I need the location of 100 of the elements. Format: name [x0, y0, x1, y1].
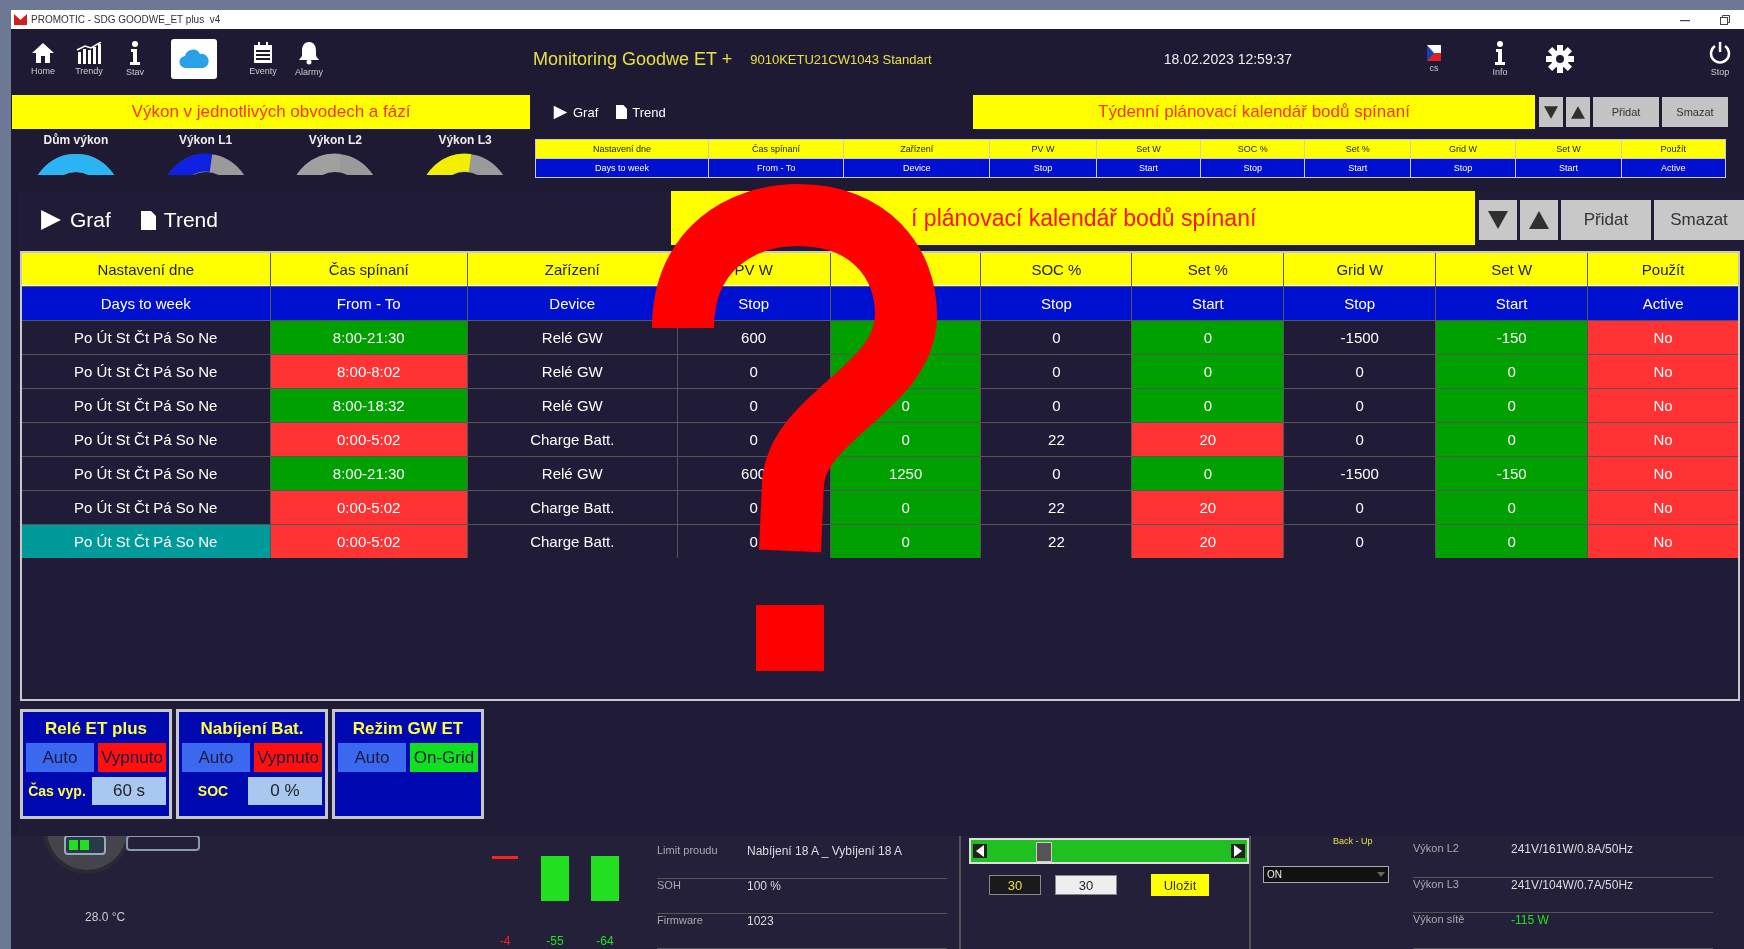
- trends-button[interactable]: Trendy: [69, 40, 109, 78]
- table-cell: Po Út St Čt Pá So Ne: [22, 525, 270, 558]
- table-header-cell: Start: [1516, 159, 1621, 177]
- schedule-title: í plánovací kalendář bodů spínaní: [910, 204, 1257, 232]
- mode-button[interactable]: On-Grid: [410, 743, 478, 772]
- toolbar-button[interactable]: Smazat: [1662, 97, 1728, 127]
- table-cell: Charge Batt.: [467, 525, 677, 558]
- table-cell: 22: [981, 525, 1132, 558]
- info-value: Nabíjení 18 A _ Vybíjení 18 A: [747, 844, 902, 858]
- mode-dropdown[interactable]: ON: [1263, 866, 1389, 883]
- toolbar-button[interactable]: Přidat: [1561, 200, 1651, 240]
- table-cell: 8:00-21:30: [270, 321, 467, 354]
- info-icon: [129, 41, 141, 65]
- move-down-button[interactable]: [1479, 200, 1517, 240]
- table-header-cell: Set %: [1132, 253, 1284, 286]
- table-cell: 0: [1284, 491, 1436, 524]
- info-icon: [1494, 41, 1506, 65]
- table-cell: 0: [1436, 389, 1588, 422]
- toolbar-button[interactable]: Smazat: [1654, 200, 1744, 240]
- mode-button[interactable]: Vypnuto: [254, 743, 322, 772]
- table-header-cell: Nastavení dne: [22, 253, 270, 286]
- info-button[interactable]: Info: [1480, 39, 1520, 79]
- value-field[interactable]: 30: [989, 875, 1041, 895]
- table-cell: Po Út St Čt Pá So Ne: [22, 355, 270, 388]
- table-cell: -1500: [1284, 321, 1436, 354]
- table-cell: No: [1588, 389, 1738, 422]
- table-header-cell: Start: [1132, 287, 1284, 320]
- triangle-up-icon: [1571, 105, 1585, 119]
- gauge-label: Dům výkon: [43, 133, 109, 147]
- phase-label: Výkon L2: [1413, 842, 1460, 856]
- gauge-label: Výkon L3: [438, 133, 492, 147]
- table-cell: Relé GW: [467, 355, 677, 388]
- table-header-cell: Zařízení: [844, 140, 990, 158]
- panel-title: Výkon v jednotlivých obvodech a fází: [12, 95, 530, 129]
- table-header-cell: Device: [844, 159, 990, 177]
- table-header-cell: Použít: [1588, 253, 1738, 286]
- info-label: SOH: [657, 879, 682, 891]
- bell-icon: [298, 41, 320, 65]
- events-button[interactable]: Eventy: [243, 40, 283, 78]
- schedule-title: Týdenní plánovací kalendář bodů spínaní: [973, 95, 1535, 129]
- language-button[interactable]: cs: [1414, 43, 1454, 75]
- table-cell: 0: [1436, 525, 1588, 558]
- table-cell: No: [1588, 355, 1738, 388]
- value-field[interactable]: 60 s: [92, 777, 166, 805]
- table-header-cell: Set W: [1436, 253, 1588, 286]
- table-cell: 0: [830, 525, 981, 558]
- table-cell: Relé GW: [467, 321, 677, 354]
- stop-button[interactable]: Stop: [1700, 39, 1740, 79]
- move-down-button[interactable]: [1539, 97, 1563, 127]
- triangle-down-icon: [1544, 105, 1558, 119]
- restore-button[interactable]: [1718, 12, 1732, 27]
- trend-tab[interactable]: Trend: [140, 208, 218, 232]
- play-icon: [553, 104, 568, 120]
- notepad-icon: [253, 42, 273, 64]
- table-cell: Charge Batt.: [467, 491, 677, 524]
- table-header-cell: Set W: [1096, 140, 1201, 158]
- table-cell: No: [1588, 491, 1738, 524]
- move-up-button[interactable]: [1520, 200, 1558, 240]
- table-cell: 0:00-5:02: [270, 491, 467, 524]
- table-cell: 8:00-18:32: [270, 389, 467, 422]
- toolbar-button[interactable]: Přidat: [1593, 97, 1659, 127]
- table-header-cell: Nastavení dne: [536, 140, 708, 158]
- graph-tab[interactable]: Graf: [40, 208, 111, 232]
- table-header-cell: Days to week: [22, 287, 270, 320]
- table-header-cell: Grid W: [1284, 253, 1436, 286]
- table-cell: 22: [981, 423, 1132, 456]
- gauge-label: Výkon L1: [178, 133, 233, 147]
- table-cell: Po Út St Čt Pá So Ne: [22, 457, 270, 490]
- triangle-down-icon: [1488, 211, 1508, 229]
- document-icon: [616, 105, 628, 119]
- table-header-cell: Čas spínaní: [708, 140, 844, 158]
- graph-tab[interactable]: Graf: [553, 104, 599, 120]
- save-button[interactable]: Uložit: [1151, 874, 1209, 896]
- table-header-cell: Active: [1621, 159, 1725, 177]
- home-button[interactable]: Home: [23, 40, 63, 78]
- app-logo-icon: [14, 14, 27, 25]
- trend-tab[interactable]: Trend: [616, 104, 666, 120]
- value-field[interactable]: 30: [1055, 875, 1117, 895]
- cloud-button[interactable]: [171, 39, 217, 79]
- table-header-cell: From - To: [708, 159, 844, 177]
- status-button[interactable]: Stav: [115, 39, 155, 79]
- date-time: 18.02.2023 12:59:37: [1163, 51, 1293, 67]
- table-cell: 0: [1132, 457, 1284, 490]
- table-cell: 0: [981, 457, 1132, 490]
- move-up-button[interactable]: [1566, 97, 1590, 127]
- table-cell: 600: [677, 321, 830, 354]
- table-cell: 0: [1132, 321, 1284, 354]
- table-cell: No: [1588, 423, 1738, 456]
- table-cell: 0: [981, 355, 1132, 388]
- alarms-button[interactable]: Alarmy: [289, 39, 329, 79]
- info-value: 1023: [747, 914, 774, 928]
- settings-icon: [1546, 45, 1574, 73]
- slider-track[interactable]: [969, 838, 1249, 864]
- flag-icon: [1427, 45, 1441, 61]
- slider-thumb[interactable]: [1036, 842, 1053, 862]
- mode-button[interactable]: Vypnuto: [98, 743, 166, 772]
- table-header-cell: Stop: [1410, 159, 1516, 177]
- caret-icon: [1377, 872, 1385, 877]
- table-cell: 0: [830, 491, 981, 524]
- value-field[interactable]: 0 %: [248, 777, 322, 805]
